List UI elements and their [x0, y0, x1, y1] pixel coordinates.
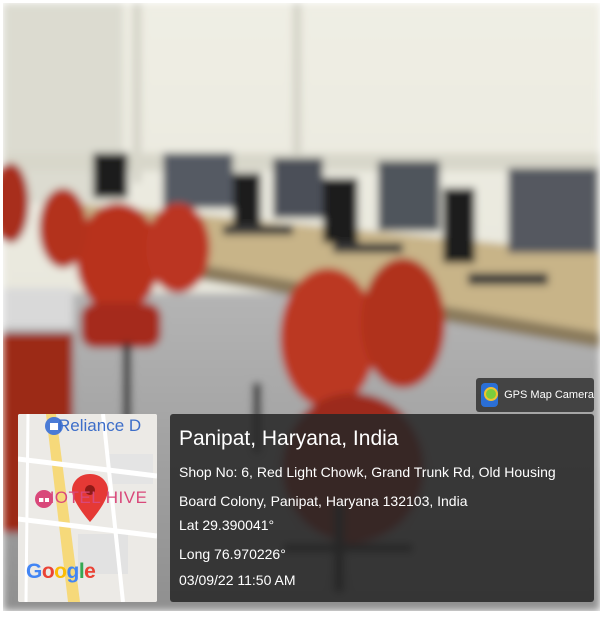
- photo-frame: GPS Map Camera Reliance D HOTEL HIVE Goo…: [0, 0, 603, 617]
- google-logo-letter: G: [26, 560, 42, 583]
- latitude: Lat 29.390041°: [179, 517, 275, 533]
- gps-map-camera-icon: [481, 383, 499, 407]
- gps-map-camera-badge: GPS Map Camera: [476, 378, 594, 412]
- map-thumbnail[interactable]: Reliance D HOTEL HIVE Google: [18, 414, 157, 602]
- date-time: 03/09/22 11:50 AM: [179, 572, 296, 588]
- map-place-hotel: HOTEL HIVE: [42, 488, 148, 507]
- badge-label: GPS Map Camera: [504, 389, 594, 401]
- address-line-2: Board Colony, Panipat, Haryana 132103, I…: [179, 493, 468, 509]
- google-logo-letter: o: [41, 560, 55, 583]
- location-info-panel: Panipat, Haryana, India Shop No: 6, Red …: [170, 414, 594, 602]
- map-place-reliance: Reliance D: [58, 416, 142, 435]
- longitude: Long 76.970226°: [179, 546, 286, 562]
- google-logo-letter: o: [54, 560, 67, 583]
- google-logo-letter: e: [84, 560, 96, 583]
- location-title: Panipat, Haryana, India: [179, 427, 399, 450]
- address-line-1: Shop No: 6, Red Light Chowk, Grand Trunk…: [179, 464, 556, 480]
- google-logo-letter: g: [66, 560, 80, 583]
- google-logo: Google: [26, 560, 96, 584]
